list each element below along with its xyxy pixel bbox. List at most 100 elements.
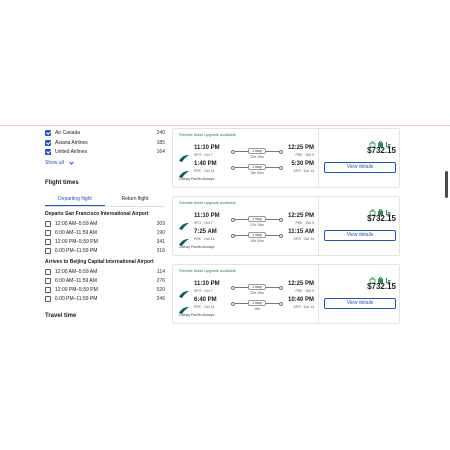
departure-time: 1:40 PM — [194, 161, 217, 167]
departure-time: 7:25 AM — [194, 229, 217, 235]
time-range-label: 12:00 PM–5:59 PM — [55, 286, 98, 293]
time-range-count: 114 — [157, 268, 165, 275]
tab-departing-flight[interactable]: Departing flight — [45, 194, 105, 206]
stops-badge: 1 stop — [248, 216, 266, 222]
upgrade-notice: Flexible ticket upgrade available — [179, 200, 236, 205]
flight-times-tabs: Departing flight Return flight — [45, 194, 165, 207]
departure-time: 11:10 PM — [194, 213, 220, 219]
filter-arrive-time[interactable]: 12:00 PM–5:59 PM 520 — [45, 285, 165, 294]
time-range-label: 12:00 PM–5:59 PM — [55, 238, 98, 245]
airline-label: United Airlines — [55, 148, 87, 155]
cathay-pacific-logo-icon — [179, 233, 189, 246]
departure-time: 6:40 PM — [194, 297, 217, 303]
departure-time: 11:10 PM — [194, 281, 220, 287]
arrival-time: 5:30 PM — [291, 161, 314, 167]
time-range-count: 341 — [156, 238, 165, 245]
time-range-count: 316 — [156, 247, 165, 254]
view-details-button[interactable]: View details — [324, 162, 396, 173]
time-range-label: 6:00 PM–11:59 PM — [55, 295, 98, 302]
seat-icon — [385, 135, 392, 148]
arrival-time: 10:40 PM — [288, 297, 315, 303]
airline-count: 164 — [156, 148, 165, 155]
airline-count: 240 — [156, 129, 165, 136]
carry-on-bag-icon — [369, 271, 376, 284]
checkbox[interactable] — [45, 286, 51, 293]
filter-depart-time[interactable]: 12:00 AM–5:59 AM 309 — [45, 219, 165, 228]
carrier-name: Cathay Pacific Airways — [179, 177, 215, 181]
airline-label: Air Canada — [55, 129, 81, 136]
top-divider — [0, 125, 450, 126]
stops-badge: 1 stop — [248, 284, 266, 290]
show-all-airlines-link[interactable]: Show all — [45, 159, 74, 166]
departure-airport-date: SFO · Oct 7 — [194, 153, 213, 157]
time-range-label: 12:00 AM–5:59 AM — [55, 268, 98, 275]
route-line: 1 stop 22h 15m — [231, 148, 283, 159]
checked-bag-icon — [377, 203, 384, 216]
cathay-pacific-logo-icon — [179, 165, 189, 178]
flight-result-card[interactable]: Flexible ticket upgrade available 11:10 … — [172, 128, 400, 188]
checkbox[interactable] — [45, 277, 51, 284]
filter-depart-time[interactable]: 6:00 PM–11:59 PM 316 — [45, 246, 165, 255]
price: $732.15 — [367, 146, 396, 155]
route-line: 1 stop 22h 15m — [231, 216, 283, 227]
flight-duration: 22h 15m — [250, 223, 264, 227]
filter-airline-asiana[interactable]: Asiana Airlines 185 — [45, 138, 165, 147]
checkbox[interactable] — [45, 220, 51, 227]
cathay-pacific-logo-icon — [179, 217, 189, 230]
stops-badge: 1 stop — [248, 232, 266, 238]
arrival-time: 12:25 PM — [288, 281, 315, 287]
tab-return-flight[interactable]: Return flight — [105, 194, 165, 206]
filter-arrive-time[interactable]: 6:00 AM–11:59 AM 276 — [45, 276, 165, 285]
route-line: 1 stop 18h 50m — [231, 232, 283, 243]
checkbox[interactable] — [45, 129, 51, 136]
filter-depart-time[interactable]: 12:00 PM–5:59 PM 341 — [45, 237, 165, 246]
departure-airport-date: PEK · Oct 14 — [194, 237, 215, 241]
view-details-button[interactable]: View details — [324, 298, 396, 309]
stops-badge: 1 stop — [248, 148, 266, 154]
cathay-pacific-logo-icon — [179, 301, 189, 314]
seat-icon — [385, 203, 392, 216]
route-line: 1 stop 18h — [231, 300, 283, 311]
checkbox[interactable] — [45, 229, 51, 236]
flight-times-title: Flight times — [45, 180, 79, 186]
flight-duration: 18h 50m — [250, 171, 264, 175]
show-all-label: Show all — [45, 160, 64, 166]
flight-result-card[interactable]: Flexible ticket upgrade available 11:10 … — [172, 264, 400, 324]
time-range-label: 6:00 AM–11:59 AM — [55, 229, 97, 236]
arrival-time: 12:25 PM — [288, 145, 315, 151]
departure-airport-date: SFO · Oct 7 — [194, 221, 213, 225]
route-line: 1 stop 22h 15m — [231, 284, 283, 295]
price: $732.15 — [367, 214, 396, 223]
flight-duration: 22h 15m — [250, 155, 264, 159]
amenities — [369, 135, 393, 148]
time-range-label: 6:00 AM–11:59 AM — [55, 277, 97, 284]
checked-bag-icon — [377, 271, 384, 284]
travel-time-title: Travel time — [45, 313, 77, 319]
flight-result-card[interactable]: Flexible ticket upgrade available 11:10 … — [172, 196, 400, 256]
carrier-name: Cathay Pacific Airways — [179, 313, 215, 317]
checkbox[interactable] — [45, 148, 51, 155]
checkbox[interactable] — [45, 268, 51, 275]
checkbox[interactable] — [45, 238, 51, 245]
filter-airline-air-canada[interactable]: Air Canada 240 — [45, 128, 165, 137]
stops-badge: 1 stop — [248, 164, 266, 170]
filter-airline-united[interactable]: United Airlines 164 — [45, 147, 165, 156]
scrollbar-thumb[interactable] — [445, 171, 448, 198]
filter-arrive-time[interactable]: 12:00 AM–5:59 AM 114 — [45, 267, 165, 276]
checkbox[interactable] — [45, 247, 51, 254]
checkbox[interactable] — [45, 139, 51, 146]
time-range-count: 190 — [156, 229, 165, 236]
view-details-button[interactable]: View details — [324, 230, 396, 241]
filter-arrive-time[interactable]: 6:00 PM–11:59 PM 246 — [45, 294, 165, 303]
arrival-time: 12:25 PM — [288, 213, 315, 219]
filter-depart-time[interactable]: 6:00 AM–11:59 AM 190 — [45, 228, 165, 237]
page-scrollbar[interactable] — [444, 126, 449, 326]
checkbox[interactable] — [45, 295, 51, 302]
time-range-count: 246 — [156, 295, 165, 302]
flight-duration: 18h — [254, 307, 260, 311]
upgrade-notice: Flexible ticket upgrade available — [179, 132, 236, 137]
upgrade-notice: Flexible ticket upgrade available — [179, 268, 236, 273]
arrival-airport-date: PEK · Oct 9 — [295, 221, 314, 225]
price: $732.15 — [367, 282, 396, 291]
airline-label: Asiana Airlines — [55, 139, 88, 146]
